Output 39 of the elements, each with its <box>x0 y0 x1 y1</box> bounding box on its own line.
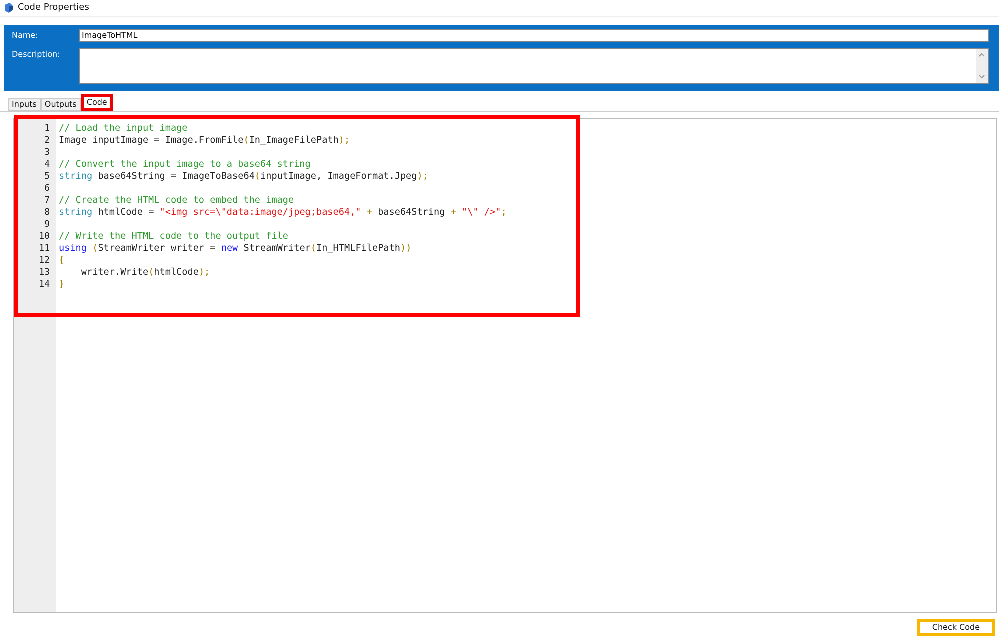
code-line: } <box>59 279 66 291</box>
description-label: Description: <box>12 49 62 59</box>
description-field[interactable] <box>79 48 989 84</box>
tab[interactable]: Code <box>80 94 114 111</box>
line-number: 5 <box>44 171 51 183</box>
code-line: // Write the HTML code to the output file <box>59 231 290 243</box>
tab[interactable]: Outputs <box>40 98 81 111</box>
code-line: // Create the HTML code to embed the image <box>59 195 296 207</box>
tab[interactable]: Inputs <box>8 98 41 111</box>
code-editor[interactable] <box>13 118 997 613</box>
line-number: 12 <box>38 255 51 267</box>
line-number: 8 <box>44 207 51 219</box>
line-number: 2 <box>44 135 51 147</box>
line-number: 3 <box>44 147 51 159</box>
code-line: writer.Write(htmlCode); <box>80 267 212 279</box>
line-number: 4 <box>44 159 51 171</box>
scroll-up-icon[interactable] <box>979 53 985 57</box>
line-number: 14 <box>38 279 51 291</box>
code-line: // Load the input image <box>59 123 189 135</box>
line-number: 13 <box>38 267 51 279</box>
line-number: 7 <box>44 195 51 207</box>
check-code-button[interactable]: Check Code <box>917 618 995 636</box>
window-title: Code Properties <box>18 3 90 13</box>
code-line: // Convert the input image to a base64 string <box>59 159 312 171</box>
name-label: Name: <box>12 30 40 40</box>
line-number: 11 <box>38 243 51 255</box>
name-field[interactable]: ImageToHTML <box>79 29 989 42</box>
line-number: 6 <box>44 183 51 195</box>
code-line: string base64String = ImageToBase64(inputImage, ImageFormat.Jpeg); <box>59 171 430 183</box>
code-line: using (StreamWriter writer = new StreamWriter(In_HTMLFilePath)) <box>59 243 413 255</box>
code-line: string htmlCode = "<img src=\"data:image/jpeg;base64," + base64String + "\" />"; <box>59 207 508 219</box>
code-line: { <box>59 255 66 267</box>
line-number: 9 <box>44 219 51 231</box>
app-icon <box>4 3 14 13</box>
scrollbar[interactable] <box>976 49 988 83</box>
line-number: 10 <box>38 231 51 243</box>
code-line: Image inputImage = Image.FromFile(In_ImageFilePath); <box>59 135 352 147</box>
line-number: 1 <box>44 123 51 135</box>
scroll-down-icon[interactable] <box>979 75 985 79</box>
